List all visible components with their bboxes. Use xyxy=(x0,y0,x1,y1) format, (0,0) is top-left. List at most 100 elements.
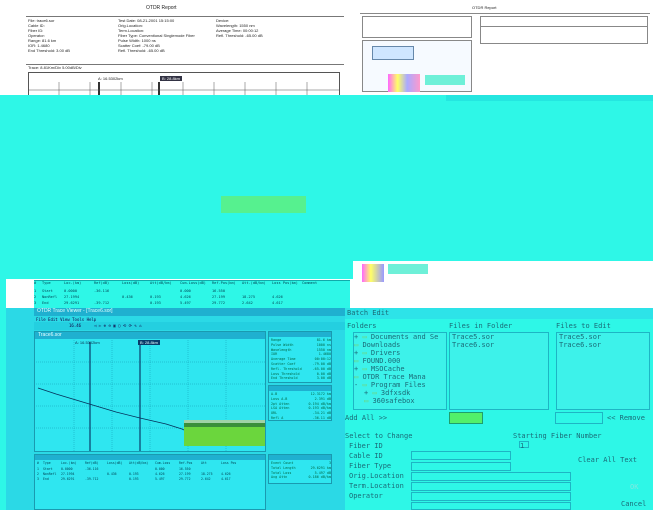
zoom-value[interactable]: 16.46 xyxy=(69,323,81,328)
report-info-col3: Device: Wavelength: 1550 nm Average Time… xyxy=(216,18,316,38)
noise-floor xyxy=(184,426,265,446)
tree-item[interactable]: ▭ FOUND.000 xyxy=(354,357,446,365)
select-to-change-label: Select to Change xyxy=(345,432,413,440)
cell: -39.712 xyxy=(94,301,110,305)
cell: 0.0000 xyxy=(64,289,77,293)
info-line: Refl. Threshold: -65.00 dB xyxy=(216,33,263,38)
trace-event-header: # Type Loc.(km) Ref(dB) Loss(dB) Att(dB/km) Cu… xyxy=(37,461,237,465)
side-info-panel: Range 81.6 km Pulse Width 1000 ns Wavele… xyxy=(268,331,332,383)
report-right-table-line xyxy=(480,26,648,27)
files-to-edit-label: Files to Edit xyxy=(556,322,611,330)
event-table-header: # Type Loc.(km) Ref(dB) Loss(dB) Att(dB/km) Cu… xyxy=(34,281,350,286)
tree-item[interactable]: + ▭ 3dfxsdk xyxy=(354,389,446,397)
report-page-left: OTDR Report File: trace6.sor Cable ID: F… xyxy=(26,2,344,95)
tree-item[interactable]: + ▭ Documents and Se xyxy=(354,333,446,341)
list-item[interactable]: Trace6.sor xyxy=(557,341,649,349)
starting-fiber-number-label: Starting Fiber Number xyxy=(513,432,602,440)
ok-button[interactable]: OK xyxy=(630,483,638,491)
folder-tree[interactable]: + ▭ Documents and Se ▭ Downloads + ▭ Dri… xyxy=(353,332,447,410)
toolbar: 16.46 ◁ ▷ ⊕ ⊖ ▣ ▢ ⟲ ⟳ ✎ ⌂ xyxy=(34,322,353,330)
cell: 5.497 xyxy=(180,301,191,305)
col-header: Att(dB/km) xyxy=(150,281,172,285)
files-in-folder-list[interactable]: Trace5.sor Trace6.sor xyxy=(449,332,549,410)
operator-input[interactable] xyxy=(411,502,571,510)
add-button[interactable] xyxy=(449,412,483,424)
info-line: Refl. Threshold: -65.00 dB xyxy=(118,48,165,53)
tree-item[interactable]: ▭ OTDR Trace Mana xyxy=(354,373,446,381)
col-header: Loc.(km) xyxy=(64,281,82,285)
folder-icon: ▭ xyxy=(354,357,359,365)
event-table: # Type Loc.(km) Ref(dB) Loss(dB) Att(dB/km) Cu… xyxy=(34,280,350,308)
cell: 27.199 xyxy=(212,295,225,299)
side-info-title xyxy=(269,332,331,337)
side-summary-panel: Event Count 3 Total Length 29.6291 km To… xyxy=(268,454,332,484)
term-location-input[interactable] xyxy=(411,492,571,501)
report-info-col1: File: trace6.sor Cable ID: Fiber ID: Ope… xyxy=(28,18,118,53)
remove-placeholder xyxy=(555,412,603,424)
info-row: End Threshold 3.00 dB xyxy=(271,376,331,381)
cell: 18.275 xyxy=(242,295,255,299)
col-header: Loss Pos(km) xyxy=(272,281,298,285)
report-right-plot-inner xyxy=(372,46,414,60)
cable-id-input[interactable] xyxy=(411,462,511,471)
report-right-title: OTDR Report xyxy=(472,5,497,10)
folder-icon: ▭ xyxy=(362,349,367,357)
cell: 0.193 xyxy=(150,301,161,305)
cell: 2.642 xyxy=(242,301,253,305)
tree-item[interactable]: + ▭ Drivers xyxy=(354,349,446,357)
col-header: Loss(dB) xyxy=(122,281,140,285)
fiber-id-input[interactable] xyxy=(411,451,511,460)
tree-item[interactable]: - ▭ Program Files xyxy=(354,381,446,389)
info-line: End Threshold: 3.00 dB xyxy=(28,48,70,53)
side-measure-title xyxy=(269,386,331,391)
report-info-col2: Test Date: 08-21-2001 15:15:00 Orig.Loca… xyxy=(118,18,218,53)
cell: 16.550 xyxy=(212,289,225,293)
batch-edit-title: Batch Edit xyxy=(347,309,390,317)
report-title: OTDR Report xyxy=(146,5,177,11)
folder-icon: ▭ xyxy=(354,341,359,349)
list-item[interactable]: Trace6.sor xyxy=(450,341,548,349)
folder-icon: ▭ xyxy=(364,397,369,405)
cell: End xyxy=(42,301,49,305)
cancel-button[interactable]: Cancel xyxy=(621,500,646,508)
cell: 0.436 xyxy=(122,295,133,299)
marker-a-label: A: 16.5302km xyxy=(75,340,100,345)
side-summary-rows: Event Count 3 Total Length 29.6291 km To… xyxy=(271,461,331,480)
window-title: OTDR Trace Viewer - [Trace6.sor] xyxy=(37,308,113,314)
col-header: Cum.Loss(dB) xyxy=(180,281,206,285)
table-row: 1 Start 0.0000 -36.116 0.000 16.550 xyxy=(34,289,242,294)
files-to-edit-list[interactable]: Trace5.sor Trace6.sor xyxy=(556,332,650,410)
clear-all-text-button[interactable]: Clear All Text xyxy=(578,456,637,464)
fiber-type-select[interactable] xyxy=(411,472,571,481)
trace-grid xyxy=(28,82,340,95)
measure-row: Refl A -36.11 dB xyxy=(271,415,331,420)
cell: NonRefl xyxy=(42,295,58,299)
summary-row: Avg Attn 0.186 dB/km xyxy=(271,475,331,480)
orig-location-input[interactable] xyxy=(411,482,571,491)
tree-item[interactable]: + ▭ MSOCache xyxy=(354,365,446,373)
report-right-table xyxy=(480,16,648,44)
folder-icon: ▭ xyxy=(362,365,367,373)
col-header: Att.(dB/km) xyxy=(242,281,266,285)
report-right-thumb-cyan xyxy=(425,75,465,85)
folder-icon: ▭ xyxy=(372,389,377,397)
cell: 1 xyxy=(34,289,37,293)
list-item[interactable]: Trace5.sor xyxy=(450,333,548,341)
toolbar-icons[interactable]: ◁ ▷ ⊕ ⊖ ▣ ▢ ⟲ ⟳ ✎ ⌂ xyxy=(94,323,142,328)
col-header: Ref.Pos(km) xyxy=(212,281,236,285)
folder-icon: ▭ xyxy=(354,373,359,381)
tree-item[interactable]: ▭ 360safebox xyxy=(354,397,446,405)
add-all-button[interactable]: Add All >> xyxy=(345,414,387,422)
overlay-band-main xyxy=(6,101,653,261)
cell: 27.1994 xyxy=(64,295,80,299)
trace-plot-title: Trace6.sor xyxy=(35,332,265,339)
cell: 4.626 xyxy=(180,295,191,299)
cell: 29.772 xyxy=(212,301,225,305)
list-item[interactable]: Trace5.sor xyxy=(557,333,649,341)
marker-b-label: B: 28.8km xyxy=(138,340,161,345)
table-row[interactable]: 3 End 29.6291 -39.712 0.193 5.497 29.772 2.642 4… xyxy=(37,477,243,482)
noise-floor-top xyxy=(184,420,265,423)
remove-button[interactable]: << Remove xyxy=(607,414,645,422)
tree-item[interactable]: ▭ Downloads xyxy=(354,341,446,349)
folders-label: Folders xyxy=(347,322,377,330)
